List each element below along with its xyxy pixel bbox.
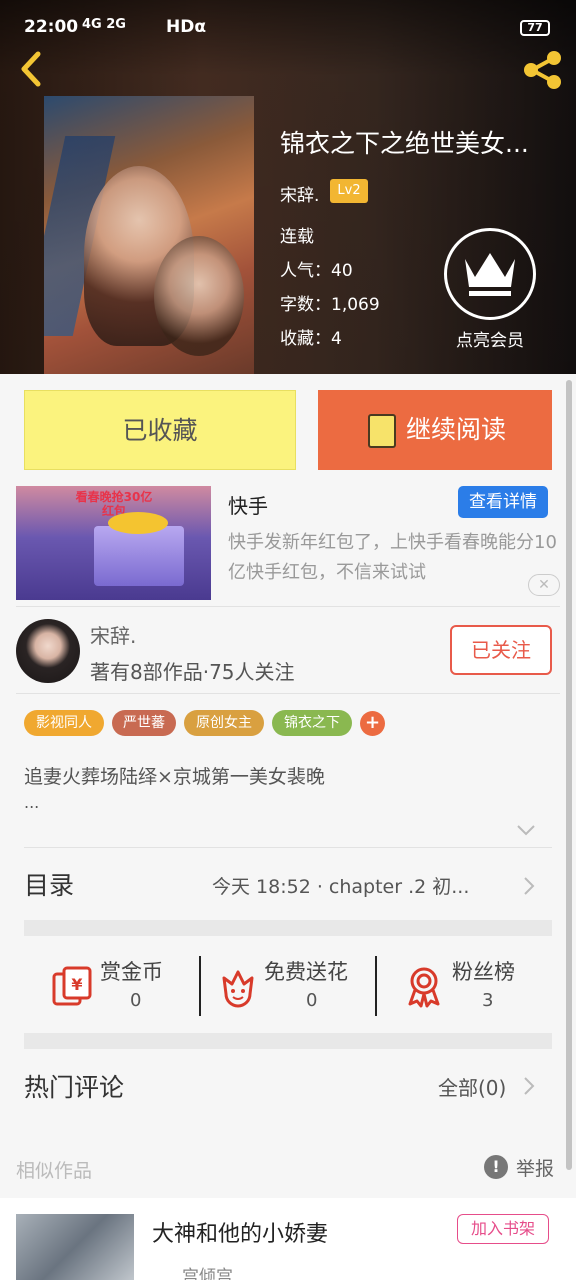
author-card-stats: 著有8部作品·75人关注	[90, 660, 295, 684]
chevron-right-icon[interactable]	[522, 1076, 536, 1096]
fan-ranking-icon	[408, 967, 440, 1008]
book-popularity: 人气：40	[280, 261, 353, 281]
author-level-badge: Lv2	[330, 179, 368, 203]
similar-book-cover[interactable]	[16, 1214, 134, 1280]
share-icon	[524, 51, 561, 89]
table-of-contents-label[interactable]: 目录	[24, 866, 74, 902]
reward-coin-icon: ¥	[52, 966, 92, 1006]
vip-button[interactable]	[444, 228, 536, 320]
crown-icon	[465, 253, 515, 296]
expand-synopsis-button[interactable]	[516, 822, 536, 838]
continue-reading-label: 继续阅读	[406, 415, 507, 444]
stat-divider	[199, 956, 201, 1016]
tag-item[interactable]: 锦衣之下	[272, 710, 352, 736]
free-flower-button[interactable]: 免费送花 0	[216, 956, 366, 1016]
cover-art	[154, 236, 244, 356]
book-title: 锦衣之下之绝世美女...	[280, 129, 529, 158]
synopsis-ellipsis: ...	[24, 793, 40, 812]
divider	[16, 693, 560, 694]
book-favorites: 收藏：4	[280, 329, 342, 349]
similar-works-label: 相似作品	[16, 1160, 93, 1182]
continue-reading-button[interactable]: 继续阅读	[318, 390, 552, 470]
book-word-count: 字数：1,069	[280, 295, 380, 315]
battery-icon: 77	[520, 20, 550, 36]
hot-comments-label: 热门评论	[24, 1073, 125, 1102]
add-tag-button[interactable]: +	[360, 711, 385, 736]
flower-icon	[222, 970, 254, 1008]
stat-value: 3	[482, 990, 494, 1011]
section-separator	[24, 1033, 552, 1049]
status-time: 22:00	[24, 17, 79, 37]
tag-item[interactable]: 原创女主	[184, 710, 264, 736]
follow-button[interactable]: 已关注	[450, 625, 552, 675]
fan-ranking-button[interactable]: 粉丝榜 3	[402, 956, 532, 1016]
svg-text:¥: ¥	[71, 975, 82, 994]
synopsis-text: 追妻火葬场陆绎×京城第一美女裴晚	[24, 766, 325, 788]
ad-gift-box	[94, 526, 184, 586]
stat-label: 免费送花	[264, 960, 348, 984]
divider	[16, 606, 560, 607]
share-button[interactable]	[520, 50, 566, 90]
section-separator	[24, 920, 552, 936]
similar-book-title[interactable]: 大神和他的小娇妻	[152, 1216, 328, 1248]
back-arrow-icon	[21, 51, 41, 87]
book-status: 连载	[280, 227, 314, 247]
ad-close-button[interactable]: ✕	[528, 574, 560, 596]
hd-indicator: HDα	[166, 17, 207, 37]
add-to-shelf-button[interactable]: 加入书架	[457, 1214, 549, 1244]
stat-label: 粉丝榜	[452, 960, 515, 984]
status-bar: 22:00 4G 2G HDα 77	[0, 0, 576, 46]
stat-value: 0	[306, 990, 318, 1011]
author-card-name[interactable]: 宋辞.	[90, 620, 136, 649]
avatar[interactable]	[16, 619, 80, 683]
divider	[24, 847, 552, 848]
ad-title[interactable]: 快手	[228, 490, 268, 519]
ad-description[interactable]: 快手发新年红包了，上快手看春晚能分10亿快手红包，不信来试试	[228, 528, 566, 588]
stat-value: 0	[130, 990, 142, 1011]
vip-label[interactable]: 点亮会员	[430, 326, 550, 351]
favorited-button[interactable]: 已收藏	[24, 390, 296, 470]
stat-label: 赏金币	[100, 960, 163, 984]
reward-coin-button[interactable]: ¥ 赏金币 0	[50, 956, 190, 1016]
similar-book-author: 宫倾宫	[182, 1267, 233, 1280]
ad-image[interactable]: 看春晚抢30亿红包	[16, 486, 211, 600]
stat-divider	[375, 956, 377, 1016]
all-comments-link[interactable]: 全部(0)	[438, 1072, 506, 1101]
latest-chapter[interactable]: 今天 18:52 · chapter .2 初...	[212, 872, 502, 899]
network-indicator: 4G 2G	[82, 17, 126, 32]
chevron-right-icon[interactable]	[522, 876, 536, 896]
report-button[interactable]: 举报	[516, 1154, 554, 1181]
book-icon	[368, 414, 396, 448]
scrollbar[interactable]	[566, 380, 572, 1170]
book-cover[interactable]	[44, 96, 254, 374]
ad-detail-button[interactable]: 查看详情	[458, 486, 548, 518]
report-icon[interactable]: !	[484, 1155, 508, 1179]
tag-item[interactable]: 影视同人	[24, 710, 104, 736]
tag-item[interactable]: 严世蕃	[112, 710, 176, 736]
chevron-down-icon	[517, 825, 535, 836]
book-author[interactable]: 宋辞.	[280, 181, 319, 206]
ad-gold-coins	[108, 512, 168, 534]
similar-book-item[interactable]: 大神和他的小娇妻 宫倾宫 加入书架	[0, 1198, 576, 1280]
back-button[interactable]	[16, 50, 46, 88]
